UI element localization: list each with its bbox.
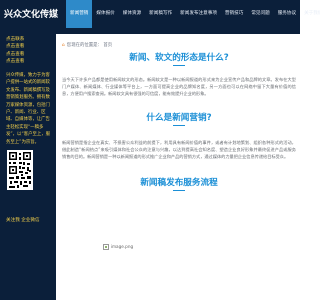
sidebar-link-view-3[interactable]: 点击查看 (6, 58, 24, 65)
wechat-qr-code (7, 150, 33, 190)
section-title: 新闻稿发布服务流程 (140, 178, 218, 188)
section-service-process: 新闻稿发布服务流程 (62, 177, 296, 191)
sidebar-footer-text: 关注我 企业微信 (6, 218, 40, 223)
nav-item-publishing-notes[interactable]: 新闻发布注意事项 (176, 0, 221, 28)
section-title: 新闻、软文的形态是什么? (129, 53, 229, 63)
sidebar-link-view-1[interactable]: 点击查看 (6, 43, 24, 50)
nav-item-press-writing[interactable]: 新闻稿写作 (145, 0, 176, 28)
title-underline (173, 190, 185, 191)
nav-item-media-quote[interactable]: 媒体报价 (92, 0, 118, 28)
sidebar-description: 兴众传媒，致力于为客户提供一站式的新闻软文发布、新闻稿撰写及营销策划服务。拥有数… (6, 73, 51, 145)
section-paragraph: 新闻营销是指企业在真实、不损害公众利益的前提下，利用具有新闻价值的事件，或者有计… (62, 140, 296, 159)
home-icon[interactable]: ⌂ (62, 43, 65, 48)
main-nav: 新闻营销 媒体报价 媒体资源 新闻稿写作 新闻发布注意事项 营销技巧 常见问题 … (66, 0, 320, 28)
nav-item-service-agreement[interactable]: 服务协议 (274, 0, 300, 28)
image-alt-text: image.png (110, 244, 134, 249)
nav-item-about-us[interactable]: 关于我们 (300, 0, 320, 28)
title-underline (173, 125, 185, 126)
section-what-is-news-marketing: 什么是新闻营销? (62, 112, 296, 126)
section-what-is-soft-article: 新闻、软文的形态是什么? (62, 52, 296, 66)
broken-image-icon (102, 243, 109, 250)
sidebar-link-view-2[interactable]: 点击查看 (6, 51, 24, 58)
top-bar: 兴众文化传媒 新闻营销 媒体报价 媒体资源 新闻稿写作 新闻发布注意事项 营销技… (0, 0, 320, 34)
process-image: image.png (43, 236, 193, 250)
sidebar-links: 点击联系 点击查看 点击查看 点击查看 (6, 36, 24, 66)
site-logo[interactable]: 兴众文化传媒 (4, 4, 60, 26)
nav-item-faq[interactable]: 常见问题 (247, 0, 273, 28)
section-paragraph: 当今天下许多产品都是使用新闻软文的形态。新闻软文是一种以新闻报道的形式来为企业宣… (62, 77, 296, 96)
nav-item-media-resources[interactable]: 媒体资源 (119, 0, 145, 28)
breadcrumb-text: 您现在的位置是： 首页 (66, 43, 113, 48)
breadcrumb: ⌂ 您现在的位置是： 首页 (62, 42, 112, 48)
section-title: 什么是新闻营销? (146, 113, 212, 123)
sidebar-link-contact[interactable]: 点击联系 (6, 36, 24, 43)
nav-item-marketing-tips[interactable]: 营销技巧 (221, 0, 247, 28)
sidebar: 点击联系 点击查看 点击查看 点击查看 兴众传媒，致力于为客户提供一站式的新闻软… (0, 34, 56, 300)
title-underline (173, 65, 185, 66)
nav-item-news-marketing[interactable]: 新闻营销 (66, 0, 93, 28)
qr-code-icon (7, 150, 33, 190)
